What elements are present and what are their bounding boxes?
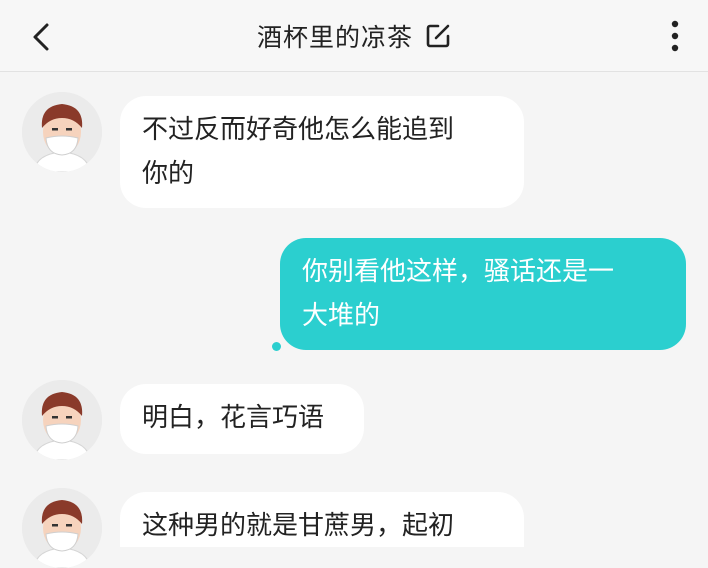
chat-header: 酒杯里的凉茶 (0, 0, 708, 72)
more-vertical-icon (671, 20, 679, 52)
message-bubble[interactable]: 这种男的就是甘蔗男，起初 (120, 492, 524, 547)
message-line: 你别看他这样，骚话还是一 (302, 257, 615, 287)
read-status-dot (272, 342, 281, 351)
chevron-left-icon (33, 23, 49, 51)
message-bubble[interactable]: 明白，花言巧语 (120, 384, 364, 454)
contact-avatar[interactable] (22, 92, 102, 172)
contact-avatar[interactable] (22, 488, 102, 568)
back-button[interactable] (28, 22, 56, 52)
avatar-illustration (22, 92, 102, 172)
more-options-button[interactable] (664, 18, 686, 54)
message-bubble[interactable]: 你别看他这样，骚话还是一 大堆的 (280, 238, 686, 350)
avatar-illustration (22, 380, 102, 460)
message-bubble[interactable]: 不过反而好奇他怎么能追到 你的 (120, 96, 524, 208)
message-line: 明白，花言巧语 (142, 403, 325, 433)
message-line: 你的 (142, 159, 195, 189)
edit-icon (426, 24, 450, 48)
contact-avatar[interactable] (22, 380, 102, 460)
message-line: 这种男的就是甘蔗男，起初 (142, 511, 455, 541)
edit-title-button[interactable] (425, 23, 451, 49)
chat-title: 酒杯里的凉茶 (256, 23, 413, 52)
message-line: 大堆的 (302, 301, 381, 331)
message-line: 不过反而好奇他怎么能追到 (142, 115, 455, 145)
avatar-illustration (22, 488, 102, 568)
